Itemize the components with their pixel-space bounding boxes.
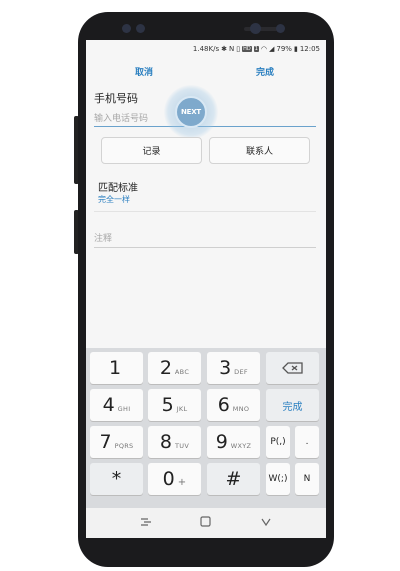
sim-badge: 1 bbox=[253, 45, 259, 52]
key-digit: 6 bbox=[217, 394, 230, 416]
recent-apps-icon[interactable] bbox=[140, 517, 152, 530]
pause-key[interactable]: P(,) bbox=[266, 426, 290, 458]
match-criteria-value[interactable]: 完全一样 bbox=[98, 194, 130, 205]
key-letters: WXYZ bbox=[230, 442, 252, 450]
sensor-icon bbox=[276, 24, 285, 33]
key-digit: * bbox=[111, 468, 122, 490]
back-icon[interactable] bbox=[260, 517, 272, 530]
top-bezel bbox=[84, 14, 324, 42]
sensor-icon bbox=[122, 24, 131, 33]
key-digit: 2 bbox=[159, 357, 172, 379]
divider bbox=[94, 211, 316, 212]
key-letters: JKL bbox=[176, 405, 188, 413]
key-letters: MNO bbox=[232, 405, 250, 413]
key-6[interactable]: 6 MNO bbox=[207, 389, 260, 421]
key-digit: 8 bbox=[159, 431, 172, 453]
backspace-icon bbox=[281, 362, 303, 374]
key-5[interactable]: 5 JKL bbox=[148, 389, 201, 421]
key-9[interactable]: 9 WXYZ bbox=[207, 426, 260, 458]
key-7[interactable]: 7 PQRS bbox=[90, 426, 143, 458]
key-digit: # bbox=[225, 468, 242, 490]
signal-icon: ◢ bbox=[269, 44, 275, 53]
wait-key[interactable]: W(;) bbox=[266, 463, 290, 495]
key-1[interactable]: 1 bbox=[90, 352, 143, 384]
key-digit: 0 bbox=[162, 468, 175, 490]
key-letters: TUV bbox=[175, 442, 190, 450]
key-digit: 3 bbox=[219, 357, 232, 379]
vibrate-icon: ▯ bbox=[236, 44, 241, 53]
contacts-button[interactable]: 联系人 bbox=[209, 137, 310, 164]
nfc-icon: N bbox=[228, 44, 235, 53]
key-digit: 9 bbox=[215, 431, 228, 453]
next-button[interactable]: NEXT bbox=[175, 96, 207, 128]
numeric-keyboard: 1 2 ABC 3 DEF 4 GHI 5 JKL 6 MNO 完成 7 PQRS 8 TUV bbox=[86, 348, 326, 508]
key-hash[interactable]: # bbox=[207, 463, 260, 495]
key-digit: 1 bbox=[108, 357, 122, 379]
key-digit: 5 bbox=[161, 394, 174, 416]
battery-icon: ▮ bbox=[293, 44, 298, 53]
action-bar: 取消 完成 bbox=[86, 57, 326, 85]
key-letters: PQRS bbox=[114, 442, 134, 450]
net-speed: 1.48K/s bbox=[192, 44, 220, 53]
key-star[interactable]: * bbox=[90, 463, 143, 495]
key-3[interactable]: 3 DEF bbox=[207, 352, 260, 384]
sensor-icon bbox=[136, 24, 145, 33]
key-8[interactable]: 8 TUV bbox=[148, 426, 201, 458]
navigation-bar bbox=[86, 508, 326, 538]
status-bar: 1.48K/s ✱ N ▯ HD 1 ◠ ◢ 79% ▮ 12:05 bbox=[86, 40, 326, 57]
key-2[interactable]: 2 ABC bbox=[148, 352, 201, 384]
hd-badge: HD bbox=[242, 45, 252, 52]
dot-key[interactable]: . bbox=[295, 426, 319, 458]
key-digit: 7 bbox=[99, 431, 112, 453]
wifi-icon: ◠ bbox=[260, 44, 267, 53]
n-key[interactable]: N bbox=[295, 463, 319, 495]
screen: 1.48K/s ✱ N ▯ HD 1 ◠ ◢ 79% ▮ 12:05 取消 完成… bbox=[86, 40, 326, 538]
key-0[interactable]: 0 + bbox=[148, 463, 201, 495]
bluetooth-icon: ✱ bbox=[221, 44, 227, 53]
phone-number-label: 手机号码 bbox=[94, 92, 138, 105]
log-button[interactable]: 记录 bbox=[101, 137, 202, 164]
camera-icon bbox=[250, 23, 261, 34]
notes-input[interactable] bbox=[94, 230, 316, 248]
cancel-button[interactable]: 取消 bbox=[135, 65, 153, 78]
key-letters: GHI bbox=[117, 405, 131, 413]
key-letters: ABC bbox=[174, 368, 190, 376]
key-letters: DEF bbox=[234, 368, 248, 376]
done-button[interactable]: 完成 bbox=[256, 65, 274, 78]
key-digit: 4 bbox=[102, 394, 115, 416]
keyboard-done-key[interactable]: 完成 bbox=[266, 389, 319, 421]
key-letters: + bbox=[177, 477, 187, 488]
home-icon[interactable] bbox=[200, 516, 212, 530]
match-criteria-title[interactable]: 匹配标准 bbox=[98, 179, 138, 194]
backspace-key[interactable] bbox=[266, 352, 319, 384]
key-4[interactable]: 4 GHI bbox=[90, 389, 143, 421]
battery-level: 79% bbox=[276, 44, 292, 53]
clock: 12:05 bbox=[299, 44, 320, 53]
